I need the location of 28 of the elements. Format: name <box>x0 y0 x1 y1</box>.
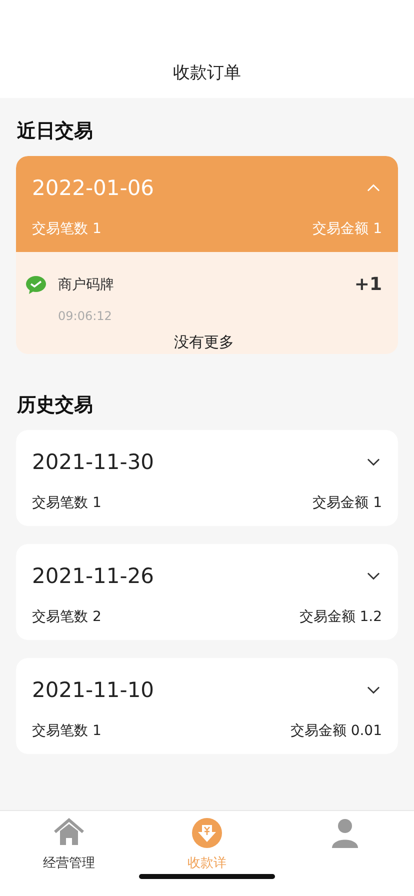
transaction-time: 09:06:12 <box>58 309 113 323</box>
day-card[interactable]: 2021-11-30 交易笔数 1 交易金额 1 <box>16 430 398 526</box>
day-card[interactable]: 2021-11-26 交易笔数 2 交易金额 1.2 <box>16 544 398 640</box>
person-icon <box>329 817 361 849</box>
count-text: 交易笔数 2 <box>32 608 102 626</box>
page-title: 收款订单 <box>173 62 241 84</box>
day-date: 2022-01-06 <box>32 176 154 200</box>
count-text: 交易笔数 1 <box>32 494 102 512</box>
end-note: 没有更多 <box>173 333 235 352</box>
chevron-down-icon[interactable] <box>367 572 380 580</box>
day-date: 2021-11-30 <box>32 450 154 474</box>
day-card[interactable]: 2021-11-10 交易笔数 1 交易金额 0.01 <box>16 658 398 754</box>
chevron-down-icon[interactable] <box>367 458 380 466</box>
amount-text: 交易金额 1.2 <box>299 608 382 626</box>
amount-text: 交易金额 0.01 <box>290 722 382 740</box>
section-title: 近日交易 <box>17 119 94 144</box>
count-text: 交易笔数 1 <box>32 722 102 740</box>
chevron-down-icon[interactable] <box>367 686 380 694</box>
transaction-amount: +1 <box>354 274 382 295</box>
count-text: 交易笔数 1 <box>32 220 102 238</box>
section-title: 历史交易 <box>17 393 94 418</box>
amount-text: 交易金额 1 <box>312 220 382 238</box>
chat-bubble-icon <box>26 276 46 294</box>
day-date: 2021-11-26 <box>32 564 154 588</box>
day-date: 2021-11-10 <box>32 678 154 702</box>
transaction-name: 商户码牌 <box>58 276 115 294</box>
amount-text: 交易金额 1 <box>312 494 382 512</box>
tab[interactable]: 经营管理 <box>0 817 138 872</box>
